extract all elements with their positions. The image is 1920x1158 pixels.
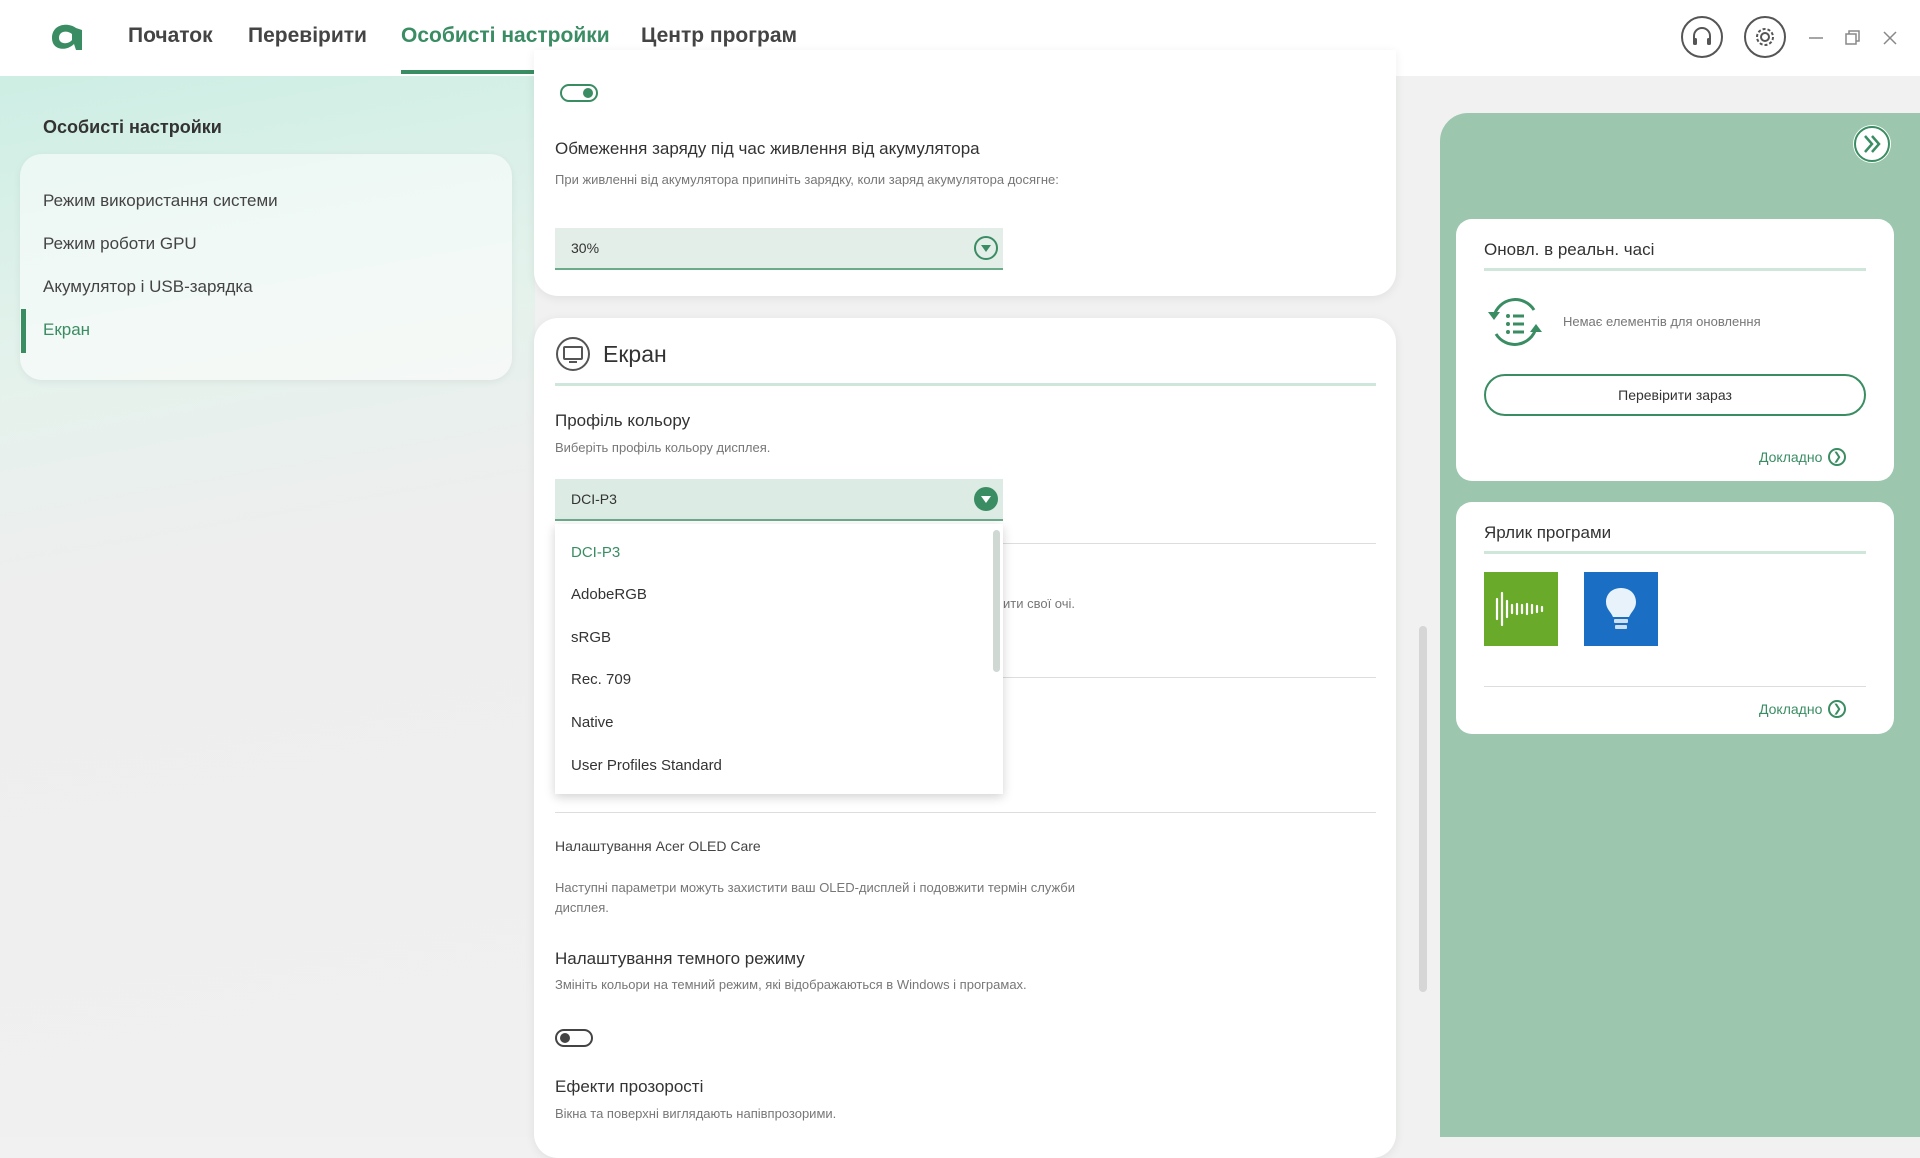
sidebar-item-battery-usb[interactable]: Акумулятор і USB-зарядка xyxy=(43,277,253,297)
oled-care-title: Налаштування Acer OLED Care xyxy=(555,838,761,854)
sidebar-item-system-usage-mode[interactable]: Режим використання системи xyxy=(43,191,278,211)
chevron-right-icon: ❯ xyxy=(1828,448,1847,466)
card-divider xyxy=(1484,686,1866,687)
tab-home[interactable]: Початок xyxy=(128,24,213,48)
minimize-icon[interactable] xyxy=(1808,30,1824,46)
dropdown-option-native[interactable]: Native xyxy=(571,714,614,731)
row-divider xyxy=(1003,543,1376,544)
tab-check[interactable]: Перевірити xyxy=(248,24,367,48)
oled-care-description: Наступні параметри можуть захистити ваш … xyxy=(555,880,1076,915)
tab-app-center[interactable]: Центр програм xyxy=(641,24,797,48)
hidden-row-description: ити свої очі. xyxy=(1003,596,1076,611)
screen-section-title: Екран xyxy=(603,341,667,367)
dropdown-option-srgb[interactable]: sRGB xyxy=(571,629,611,646)
headset-icon[interactable] xyxy=(1681,16,1723,58)
sidebar-active-indicator xyxy=(21,309,26,353)
collapse-chevrons-icon[interactable] xyxy=(1851,123,1893,165)
dropdown-option-user-profiles-standard[interactable]: User Profiles Standard xyxy=(571,757,722,774)
charge-limit-select[interactable]: 30% xyxy=(555,228,1003,270)
main-scrollbar[interactable] xyxy=(1419,626,1427,992)
chevron-right-icon: ❯ xyxy=(1828,700,1847,718)
updates-empty-message: Немає елементів для оновлення xyxy=(1563,314,1761,329)
restore-icon[interactable] xyxy=(1845,30,1861,46)
shortcuts-more-label: Докладно xyxy=(1759,701,1823,717)
gear-icon[interactable] xyxy=(1744,16,1786,58)
transparency-description: Вікна та поверхні виглядають напівпрозор… xyxy=(555,1106,837,1121)
color-profile-title: Профіль кольору xyxy=(555,411,691,430)
charge-limit-title: Обмеження заряду під час живлення від ак… xyxy=(555,139,980,158)
sidebar-nav-card xyxy=(20,154,512,380)
charge-limit-value: 30% xyxy=(571,240,600,256)
card-title-divider xyxy=(1484,268,1866,271)
section-title-divider xyxy=(555,383,1376,386)
app-shortcuts-title: Ярлик програми xyxy=(1484,523,1612,542)
row-divider xyxy=(1003,677,1376,678)
battery-toggle[interactable] xyxy=(560,84,598,102)
updates-more-link[interactable]: Докладно ❯ xyxy=(1759,448,1847,466)
sidebar-item-screen[interactable]: Екран xyxy=(43,320,90,340)
dropdown-arrow-icon xyxy=(974,236,998,260)
dropdown-option-adobergb[interactable]: AdobeRGB xyxy=(571,586,647,603)
monitor-icon xyxy=(556,337,590,371)
dropdown-scrollbar[interactable] xyxy=(993,530,1000,672)
row-divider xyxy=(555,812,1376,813)
updates-more-label: Докладно xyxy=(1759,449,1823,465)
dropdown-arrow-icon xyxy=(974,487,998,511)
dropdown-option-dci-p3[interactable]: DCI-P3 xyxy=(571,544,620,561)
acer-logo-icon xyxy=(52,24,82,50)
color-profile-dropdown-list: DCI-P3 AdobeRGB sRGB Rec. 709 Native Use… xyxy=(555,524,1003,794)
color-profile-value: DCI-P3 xyxy=(571,491,617,507)
dark-mode-description: Змініть кольори на темний режим, які від… xyxy=(555,977,1027,992)
close-icon[interactable] xyxy=(1882,30,1898,46)
transparency-title: Ефекти прозорості xyxy=(555,1077,704,1096)
check-now-button[interactable]: Перевірити зараз xyxy=(1484,374,1866,416)
dark-mode-toggle[interactable] xyxy=(555,1029,593,1047)
sidebar-item-gpu-mode[interactable]: Режим роботи GPU xyxy=(43,234,197,254)
tab-personal-settings[interactable]: Особисті настройки xyxy=(401,24,610,48)
shortcuts-more-link[interactable]: Докладно ❯ xyxy=(1759,700,1847,718)
color-profile-description: Виберіть профіль кольору дисплея. xyxy=(555,440,771,455)
dark-mode-title: Налаштування темного режиму xyxy=(555,949,805,968)
charge-limit-description: При живленні від акумулятора припиніть з… xyxy=(555,172,1059,187)
lightbulb-app-icon[interactable] xyxy=(1584,572,1658,646)
audio-wave-app-icon[interactable] xyxy=(1484,572,1558,646)
dropdown-option-rec709[interactable]: Rec. 709 xyxy=(571,671,631,688)
sidebar-title: Особисті настройки xyxy=(43,117,222,137)
realtime-updates-title: Оновл. в реальн. часі xyxy=(1484,240,1655,259)
color-profile-select[interactable]: DCI-P3 xyxy=(555,479,1003,521)
card-title-divider xyxy=(1484,551,1866,554)
refresh-list-icon xyxy=(1488,298,1542,346)
